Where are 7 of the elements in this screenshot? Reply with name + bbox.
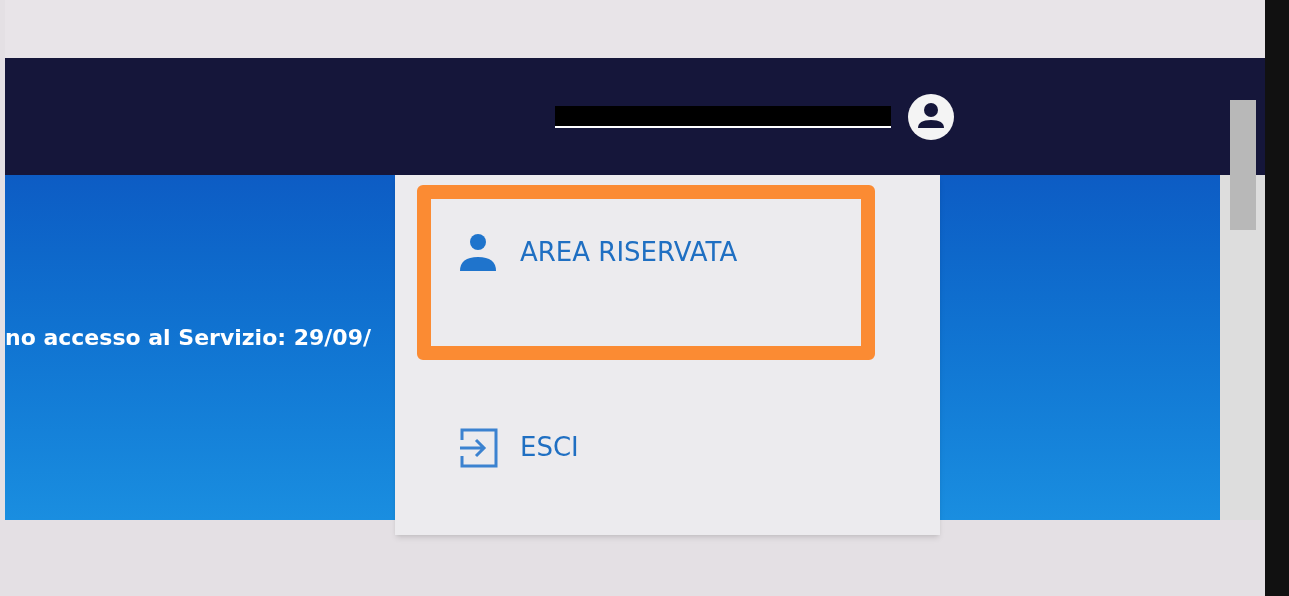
menu-item-label: AREA RISERVATA xyxy=(520,236,738,270)
user-avatar-icon[interactable] xyxy=(907,92,955,141)
menu-item-label: ESCI xyxy=(520,431,579,465)
menu-item[interactable]: ESCI xyxy=(417,360,875,535)
scrollbar-thumb[interactable] xyxy=(1229,100,1256,230)
last-access-text: no accesso al Servizio: 29/09/ xyxy=(5,324,371,352)
menu-item[interactable]: AREA RISERVATA xyxy=(417,185,875,361)
